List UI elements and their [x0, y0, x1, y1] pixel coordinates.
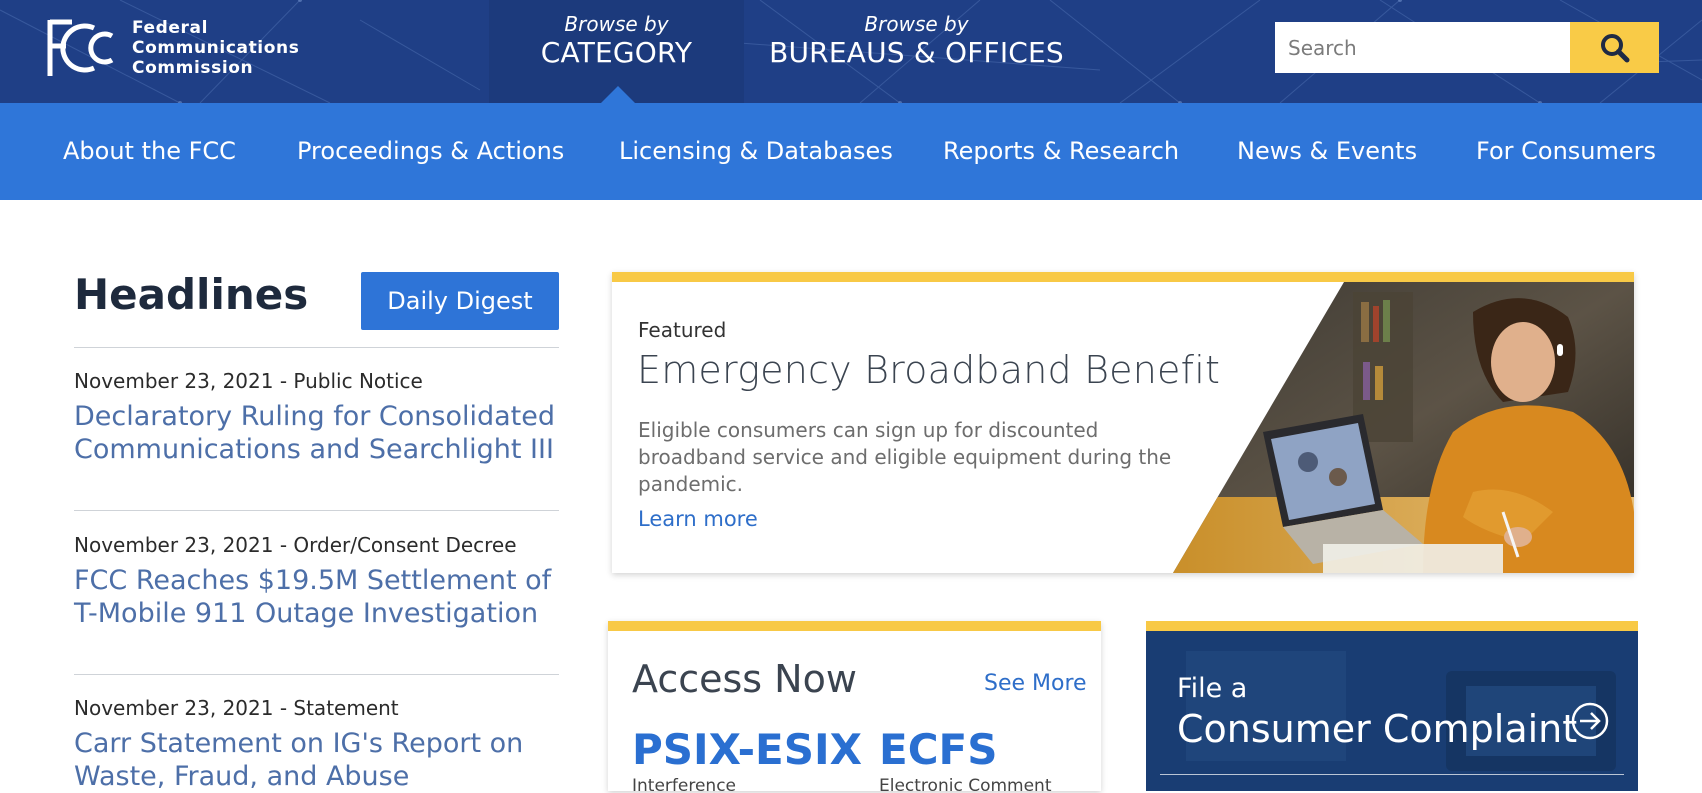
- browse-by-category-prefix: Browse by: [564, 12, 669, 36]
- complaint-title: Consumer Complaint: [1177, 707, 1578, 751]
- fcc-logo-mark-icon: [47, 19, 114, 76]
- logo-line-2: Communications: [132, 38, 300, 58]
- search-button[interactable]: [1570, 22, 1659, 73]
- learn-more-link[interactable]: Learn more: [638, 507, 758, 531]
- ecfs-subtitle: Electronic Comment: [879, 776, 1052, 791]
- see-more-link[interactable]: See More: [984, 671, 1087, 696]
- logo-line-3: Commission: [132, 58, 254, 78]
- browse-by-bureaus-button[interactable]: Browse by BUREAUS & OFFICES: [744, 0, 1089, 103]
- divider: [74, 347, 559, 348]
- nav-item-consumers[interactable]: For Consumers: [1476, 103, 1656, 200]
- featured-card: Featured Emergency Broadband Benefit Eli…: [612, 272, 1634, 573]
- browse-by-category-label: CATEGORY: [540, 36, 693, 69]
- headline-link[interactable]: FCC Reaches $19.5M Settlement of T-Mobil…: [74, 564, 564, 630]
- access-now-card: Access Now See More PSIX-ESIX Interferen…: [608, 621, 1101, 791]
- headline-link[interactable]: Carr Statement on IG's Report on Waste, …: [74, 727, 564, 793]
- browse-by-bureaus-prefix: Browse by: [864, 12, 969, 36]
- headline-link[interactable]: Declaratory Ruling for Consolidated Comm…: [74, 400, 564, 466]
- nav-item-reports[interactable]: Reports & Research: [943, 103, 1179, 200]
- arrow-circle-right-icon[interactable]: [1570, 701, 1610, 741]
- psix-esix-link[interactable]: PSIX-ESIX: [632, 725, 862, 774]
- divider: [74, 674, 559, 675]
- daily-digest-button[interactable]: Daily Digest: [361, 272, 559, 330]
- nav-item-licensing[interactable]: Licensing & Databases: [619, 103, 893, 200]
- fcc-logo[interactable]: Federal Communications Commission: [46, 18, 299, 78]
- nav-item-about[interactable]: About the FCC: [63, 103, 236, 200]
- featured-photo-student-laptop: [1173, 282, 1634, 573]
- psix-esix-subtitle: Interference: [632, 776, 737, 791]
- nav-item-news[interactable]: News & Events: [1237, 103, 1417, 200]
- browse-by-bureaus-label: BUREAUS & OFFICES: [769, 36, 1064, 69]
- active-browse-caret: [601, 86, 635, 103]
- featured-label: Featured: [638, 318, 727, 342]
- logo-line-1: Federal: [132, 18, 209, 38]
- headline-meta: November 23, 2021 - Public Notice: [74, 369, 423, 393]
- main-navigation: About the FCC Proceedings & Actions Lice…: [0, 103, 1702, 200]
- access-now-title: Access Now: [632, 657, 857, 701]
- featured-title[interactable]: Emergency Broadband Benefit: [637, 348, 1220, 392]
- consumer-complaint-card[interactable]: File a Consumer Complaint: [1146, 621, 1638, 791]
- fcc-logo-text: Federal Communications Commission: [132, 18, 299, 78]
- featured-description: Eligible consumers can sign up for disco…: [638, 418, 1172, 496]
- headlines-heading: Headlines: [74, 270, 309, 319]
- search-input[interactable]: [1275, 22, 1570, 73]
- headline-meta: November 23, 2021 - Statement: [74, 696, 399, 720]
- nav-item-proceedings[interactable]: Proceedings & Actions: [297, 103, 564, 200]
- ecfs-link[interactable]: ECFS: [879, 725, 997, 774]
- site-header: Federal Communications Commission Browse…: [0, 0, 1702, 103]
- complaint-underline: [1160, 774, 1624, 775]
- divider: [74, 510, 559, 511]
- headline-meta: November 23, 2021 - Order/Consent Decree: [74, 533, 517, 557]
- search-icon: [1600, 33, 1629, 62]
- complaint-prefix: File a: [1177, 673, 1248, 704]
